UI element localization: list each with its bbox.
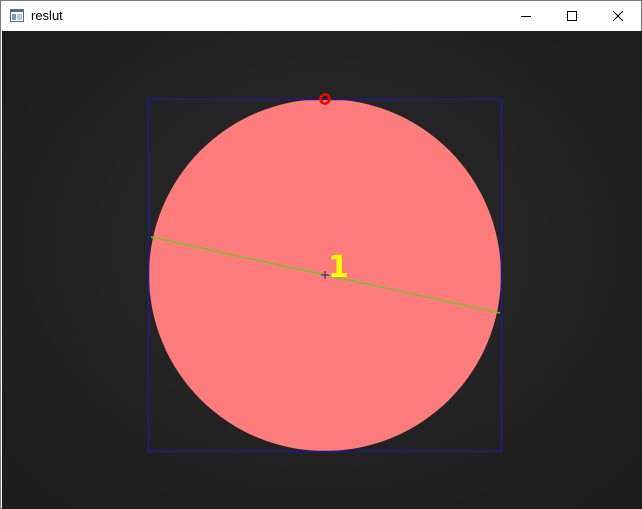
close-icon: [612, 10, 624, 22]
minimize-button[interactable]: [503, 1, 549, 31]
detection-overlay: 1: [147, 93, 503, 453]
title-bar[interactable]: reslut: [1, 1, 641, 31]
close-button[interactable]: [595, 1, 641, 31]
object-label: 1: [328, 250, 349, 285]
app-window-icon: [10, 9, 24, 22]
image-canvas: 1: [2, 31, 642, 509]
minimize-icon: [521, 16, 531, 17]
result-window: reslut 1: [0, 0, 642, 509]
maximize-icon: [567, 11, 577, 21]
maximize-button[interactable]: [549, 1, 595, 31]
window-title: reslut: [31, 8, 63, 23]
